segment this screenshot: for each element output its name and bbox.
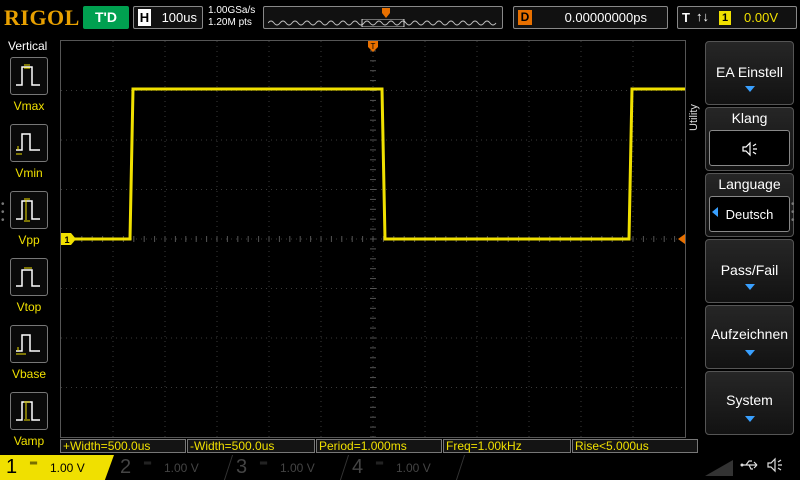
language-value: Deutsch [725, 207, 774, 222]
scroll-dots-icon: • • • [1, 199, 5, 226]
dc-coupling-icon: ═ [260, 458, 268, 469]
measurement-frequency[interactable]: Freq=1.00kHz [443, 439, 571, 453]
menu-system-label: System [726, 392, 773, 408]
timebase-value: 100us [161, 10, 197, 25]
vbase-icon [16, 334, 40, 355]
measurement-category-title: Vertical [8, 39, 48, 53]
menu-language[interactable]: Language Deutsch [705, 173, 794, 237]
vmax-icon [16, 64, 40, 86]
menu-pass-fail-label: Pass/Fail [720, 262, 779, 278]
memory-waveform [268, 19, 497, 27]
run-status-badge[interactable]: T'D [83, 6, 129, 29]
language-value-box: Deutsch [709, 196, 790, 232]
dc-coupling-icon: ═ [30, 458, 38, 469]
chevron-left-icon [712, 207, 718, 217]
channel-2-scale: 1.00 V [164, 461, 199, 475]
trigger-display[interactable]: T ↑↓ 1 0.00V [677, 6, 797, 29]
delay-key: D [518, 10, 532, 25]
vpp-icon [16, 198, 40, 222]
measurement-period[interactable]: Period=1.000ms [316, 439, 442, 453]
vtop-label: Vtop [16, 300, 42, 314]
channel-1-scale: 1.00 V [50, 461, 85, 475]
horizontal-timebase[interactable]: H 100us [133, 6, 203, 29]
memory-overview[interactable] [263, 6, 503, 29]
vmax-label: Vmax [13, 99, 45, 113]
softkey-menu: Utility EA Einstell Klang Language Deuts… [687, 36, 800, 436]
acquisition-info: 1.00GSa/s 1.20M pts [208, 5, 255, 29]
trigger-position-icon [382, 8, 390, 18]
menu-ea-einstell[interactable]: EA Einstell [705, 41, 794, 105]
channel-3-status[interactable]: 3 ═ 1.00 V [230, 455, 346, 480]
menu-klang[interactable]: Klang [705, 107, 794, 171]
vmin-button[interactable] [10, 124, 48, 162]
horizontal-key: H [138, 9, 151, 26]
menu-aufzeichnen[interactable]: Aufzeichnen [705, 305, 794, 369]
vamp-label: Vamp [13, 434, 45, 448]
vmin-icon [16, 133, 40, 155]
channel-3-scale: 1.00 V [280, 461, 315, 475]
measurement-rise-time[interactable]: Rise<5.000us [572, 439, 698, 453]
menu-klang-label: Klang [731, 110, 768, 126]
delay-display[interactable]: D 0.00000000ps [513, 6, 668, 29]
brand-logo: RIGOL [4, 5, 80, 30]
menu-system[interactable]: System [705, 371, 794, 435]
speaker-icon [741, 141, 757, 157]
menu-language-label: Language [718, 176, 781, 192]
measurement-results: +Width=500.0us -Width=500.0us Period=1.0… [60, 438, 700, 453]
channel-bar: 1 ═ 1.00 V 2 ═ 1.00 V 3 ═ 1.00 V 4 ═ 1.0… [0, 455, 800, 480]
speaker-icon [767, 457, 782, 473]
chevron-down-icon [744, 350, 755, 356]
vtop-icon [16, 267, 40, 287]
trigger-edge-icon: ↑↓ [696, 9, 709, 24]
menu-pass-fail[interactable]: Pass/Fail [705, 239, 794, 303]
vamp-icon [16, 401, 40, 421]
vamp-button[interactable] [10, 392, 48, 430]
channel-2-number: 2 [120, 456, 132, 478]
trigger-level-marker [678, 234, 685, 244]
menu-aufzeichnen-label: Aufzeichnen [710, 326, 789, 342]
trigger-level: 0.00V [744, 10, 778, 25]
scroll-dots-icon: • • • [791, 199, 795, 226]
dc-coupling-icon: ═ [376, 458, 384, 469]
channel-4-number: 4 [352, 456, 364, 478]
channel-4-scale: 1.00 V [396, 461, 431, 475]
menu-ea-einstell-label: EA Einstell [716, 64, 783, 80]
measurement-pos-width[interactable]: +Width=500.0us [60, 439, 186, 453]
top-status-bar: RIGOL T'D H 100us 1.00GSa/s 1.20M pts D … [0, 0, 800, 36]
channel-2-status[interactable]: 2 ═ 1.00 V [114, 455, 230, 480]
graticule: T1 [61, 41, 685, 437]
channel-1-status[interactable]: 1 ═ 1.00 V [0, 455, 114, 480]
vmin-label: Vmin [15, 166, 43, 180]
chevron-down-icon [744, 284, 755, 290]
trigger-source-badge: 1 [719, 11, 731, 25]
vpp-label: Vpp [18, 233, 40, 247]
waveform-display[interactable]: T1 [60, 40, 686, 438]
channel-1-marker-label: 1 [64, 235, 69, 245]
vpp-button[interactable] [10, 191, 48, 229]
sample-rate: 1.00GSa/s [208, 5, 256, 16]
menu-title: Utility [688, 104, 700, 131]
trigger-marker-label: T [371, 42, 376, 51]
usb-icon [740, 460, 758, 470]
vbase-button[interactable] [10, 325, 48, 363]
channel-4-status[interactable]: 4 ═ 1.00 V [346, 455, 462, 480]
channel-1-number: 1 [6, 456, 18, 478]
channel-3-number: 3 [236, 456, 248, 478]
status-corner [705, 460, 733, 476]
delay-value: 0.00000000ps [564, 10, 647, 25]
measurement-sidebar: Vertical Vmax Vmin Vpp Vtop Vbase Vamp •… [0, 36, 58, 448]
dc-coupling-icon: ═ [144, 458, 152, 469]
chevron-down-icon [744, 86, 755, 92]
vtop-button[interactable] [10, 258, 48, 296]
memory-depth: 1.20M pts [208, 17, 252, 28]
trigger-key: T [682, 10, 690, 25]
vbase-label: Vbase [11, 367, 47, 381]
measurement-neg-width[interactable]: -Width=500.0us [187, 439, 315, 453]
klang-value [709, 130, 790, 166]
vmax-button[interactable] [10, 57, 48, 95]
chevron-down-icon [744, 416, 755, 422]
